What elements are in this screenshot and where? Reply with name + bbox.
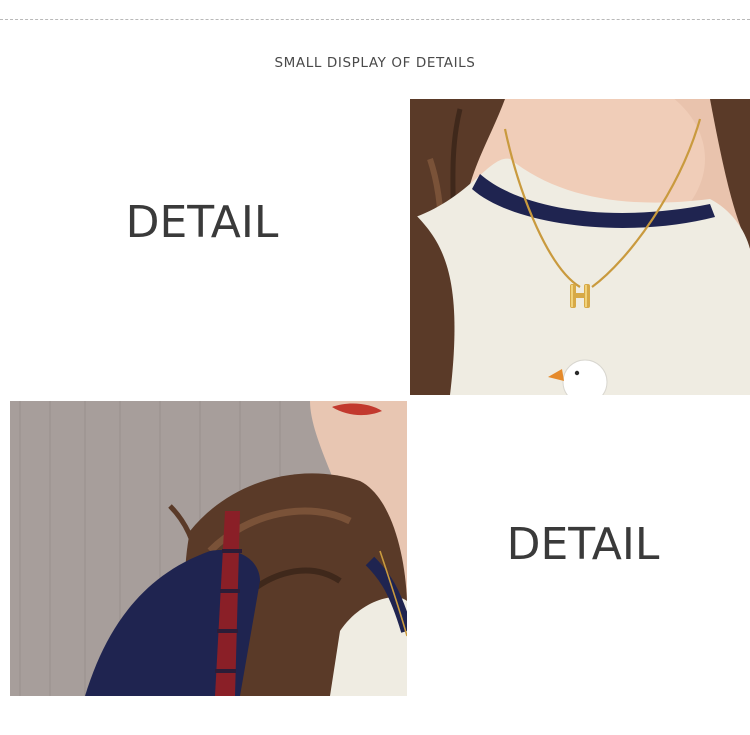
shoulder-side-photo xyxy=(10,401,407,696)
section-heading: SMALL DISPLAY OF DETAILS xyxy=(274,55,476,71)
detail-label-top: DETAIL xyxy=(125,196,279,248)
top-divider xyxy=(0,19,750,20)
necklace-closeup-photo xyxy=(410,99,750,395)
detail-text-panel-bottom: DETAIL xyxy=(410,401,750,696)
detail-text-panel-top: DETAIL xyxy=(10,99,408,395)
detail-label-bottom: DETAIL xyxy=(506,519,660,570)
